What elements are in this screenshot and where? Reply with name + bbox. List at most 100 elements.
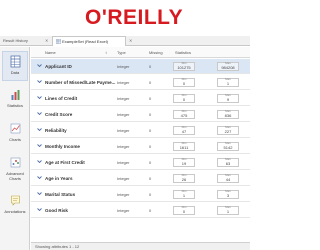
attribute-missing: 0	[149, 144, 152, 149]
min-value: 0	[182, 209, 186, 214]
min-stat: Min 0	[174, 94, 194, 103]
attribute-name: Age at First Credit	[45, 160, 85, 165]
statistics-icon	[11, 90, 19, 100]
chevron-down-icon[interactable]	[37, 127, 42, 132]
min-value: 47	[181, 129, 187, 134]
attribute-missing: 0	[149, 80, 152, 85]
column-header-statistics[interactable]: Statistics	[175, 47, 191, 58]
min-stat: Min 47	[174, 126, 194, 135]
close-icon[interactable]: ✕	[45, 36, 48, 46]
brand-banner: O'REILLY	[0, 0, 250, 36]
attribute-name: Applicant ID	[45, 64, 72, 69]
tab-label: Result History	[3, 38, 28, 43]
max-value: 5142	[223, 145, 233, 150]
table-row[interactable]: Monthly Income Integer 0 Min 1611 Max 5142	[31, 139, 250, 154]
attribute-type: Integer	[117, 160, 130, 165]
attribute-missing: 0	[149, 192, 152, 197]
max-stat: Max 836	[218, 110, 238, 119]
chevron-down-icon[interactable]	[37, 175, 42, 180]
attribute-missing: 0	[149, 176, 152, 181]
table-row[interactable]: Age in Years Integer 0 Min 26 Max 44	[31, 171, 250, 186]
chevron-down-icon[interactable]	[37, 63, 42, 68]
sidebar-item-label: Data	[10, 70, 20, 75]
tab-bar: Result History ExampleSet (Read Excel) ✕…	[0, 36, 250, 46]
table-row[interactable]: Credit Score Integer 0 Min 475 Max 836	[31, 107, 250, 122]
max-value: 3	[226, 193, 230, 198]
attribute-name: Monthly Income	[45, 144, 80, 149]
max-stat: Max 984208	[218, 62, 238, 71]
min-stat: Min 1	[174, 190, 194, 199]
max-value: 1	[226, 209, 230, 214]
attribute-type: Integer	[117, 64, 130, 69]
max-value: 9	[226, 97, 230, 102]
chevron-down-icon[interactable]	[37, 143, 42, 148]
min-stat: Min 19	[174, 158, 194, 167]
table-row[interactable]: Reliability Integer 0 Min 47 Max 227	[31, 123, 250, 138]
tab-result-history[interactable]: Result History	[0, 36, 38, 46]
exampleset-icon	[55, 38, 62, 45]
min-stat: Min 101275	[174, 62, 194, 71]
attribute-name: Age in Years	[45, 176, 73, 181]
attribute-missing: 0	[149, 160, 152, 165]
sidebar-item-statistics[interactable]: Statistics	[2, 85, 28, 115]
min-value: 101275	[177, 65, 191, 70]
attribute-name: Reliability	[45, 128, 67, 133]
attribute-missing: 0	[149, 208, 152, 213]
max-stat: Max 5142	[218, 142, 238, 151]
min-value: 19	[181, 161, 187, 166]
attribute-type: Integer	[117, 128, 130, 133]
tab-exampleset[interactable]: ExampleSet (Read Excel)	[52, 36, 126, 46]
max-stat: Max 227	[218, 126, 238, 135]
attribute-type: Integer	[117, 96, 130, 101]
attribute-type: Integer	[117, 208, 130, 213]
attribute-name: Number of Missed/Late Payme...	[45, 80, 116, 85]
chevron-down-icon[interactable]	[37, 159, 42, 164]
annotations-icon	[10, 195, 20, 206]
max-stat: Max 44	[218, 174, 238, 183]
table-header: Name ↕ Type Missing Statistics	[31, 47, 250, 58]
table-icon	[10, 55, 20, 68]
view-sidebar: Data Statistics Charts Advanced Charts A…	[0, 47, 30, 250]
min-value: 1	[182, 193, 186, 198]
oreilly-logo: O'REILLY	[85, 6, 184, 29]
attribute-name: Marital Status	[45, 192, 76, 197]
max-value: 836	[224, 113, 232, 118]
close-icon[interactable]: ✕	[129, 36, 132, 46]
statistics-panel: Name ↕ Type Missing Statistics Applicant…	[31, 47, 250, 250]
table-row[interactable]: Age at First Credit Integer 0 Min 19 Max 63	[31, 155, 250, 170]
table-row[interactable]: Applicant ID Integer 0 Min 101275 Max 984208	[31, 59, 250, 74]
max-value: 984208	[221, 65, 235, 70]
column-header-name[interactable]: Name	[45, 47, 56, 58]
chevron-down-icon[interactable]	[37, 79, 42, 84]
sort-icon[interactable]: ↕	[105, 47, 107, 58]
sidebar-item-charts[interactable]: Charts	[2, 119, 28, 149]
table-row[interactable]: Lines of Credit Integer 0 Min 0 Max 9	[31, 91, 250, 106]
column-header-missing[interactable]: Missing	[149, 47, 163, 58]
attribute-missing: 0	[149, 128, 152, 133]
column-header-type[interactable]: Type	[117, 47, 126, 58]
charts-icon	[10, 123, 20, 134]
chevron-down-icon[interactable]	[37, 207, 42, 212]
max-stat: Max 63	[218, 158, 238, 167]
tab-label: ExampleSet (Read Excel)	[62, 39, 108, 44]
sidebar-item-advanced-charts[interactable]: Advanced Charts	[2, 153, 28, 187]
table-row[interactable]: Good Risk Integer 0 Min 0 Max 1	[31, 203, 250, 218]
min-stat: Min 1611	[174, 142, 194, 151]
table-row[interactable]: Number of Missed/Late Payme... Integer 0 Mi…	[31, 75, 250, 90]
chevron-down-icon[interactable]	[37, 191, 42, 196]
chevron-down-icon[interactable]	[37, 111, 42, 116]
max-value: 44	[225, 177, 231, 182]
max-value: 63	[225, 161, 231, 166]
sidebar-item-label: Statistics	[6, 103, 23, 108]
min-stat: Min 26	[174, 174, 194, 183]
sidebar-item-annotations[interactable]: Annotations	[2, 191, 28, 221]
max-stat: Max 1	[218, 206, 238, 215]
attribute-name: Lines of Credit	[45, 96, 78, 101]
attribute-type: Integer	[117, 80, 130, 85]
attribute-missing: 0	[149, 64, 152, 69]
chevron-down-icon[interactable]	[37, 95, 42, 100]
sidebar-item-data[interactable]: Data	[2, 51, 28, 81]
table-row[interactable]: Marital Status Integer 0 Min 1 Max 3	[31, 187, 250, 202]
min-stat: Min 0	[174, 206, 194, 215]
max-stat: Max 9	[218, 94, 238, 103]
